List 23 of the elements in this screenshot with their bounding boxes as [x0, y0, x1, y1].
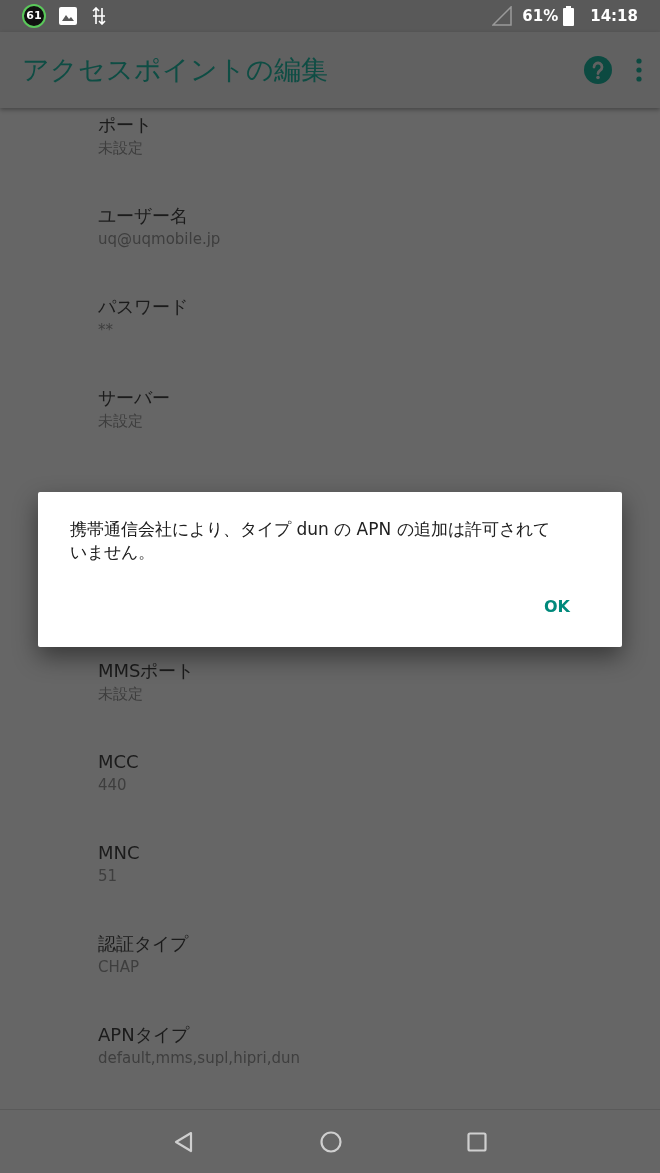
setting-label: APNタイプ — [98, 1023, 189, 1047]
page-title: アクセスポイントの編集 — [22, 52, 329, 87]
data-usage-badge: 61 — [22, 4, 46, 28]
setting-label: MNC — [98, 841, 140, 865]
setting-label: ユーザー名 — [98, 204, 188, 228]
back-icon[interactable] — [172, 1130, 195, 1153]
battery-percentage: 61% — [522, 5, 559, 27]
dialog-message: 携帯通信会社により、タイプ dun の APN の追加は許可されていません。 — [70, 518, 551, 564]
setting-label: ポート — [98, 113, 152, 137]
recents-icon[interactable] — [467, 1131, 488, 1152]
clock: 14:18 — [590, 5, 638, 27]
battery-icon — [563, 6, 575, 26]
setting-label: MCC — [98, 750, 139, 774]
signal-icon — [492, 6, 513, 26]
setting-label: MMSポート — [98, 659, 195, 683]
setting-value: ** — [98, 320, 113, 340]
setting-label: 認証タイプ — [98, 932, 188, 956]
transfer-icon — [92, 7, 106, 25]
image-icon — [58, 6, 78, 26]
ok-button[interactable]: OK — [534, 589, 580, 625]
setting-label: サーバー — [98, 386, 170, 410]
home-icon[interactable] — [320, 1130, 342, 1153]
setting-label: パスワード — [98, 295, 188, 319]
